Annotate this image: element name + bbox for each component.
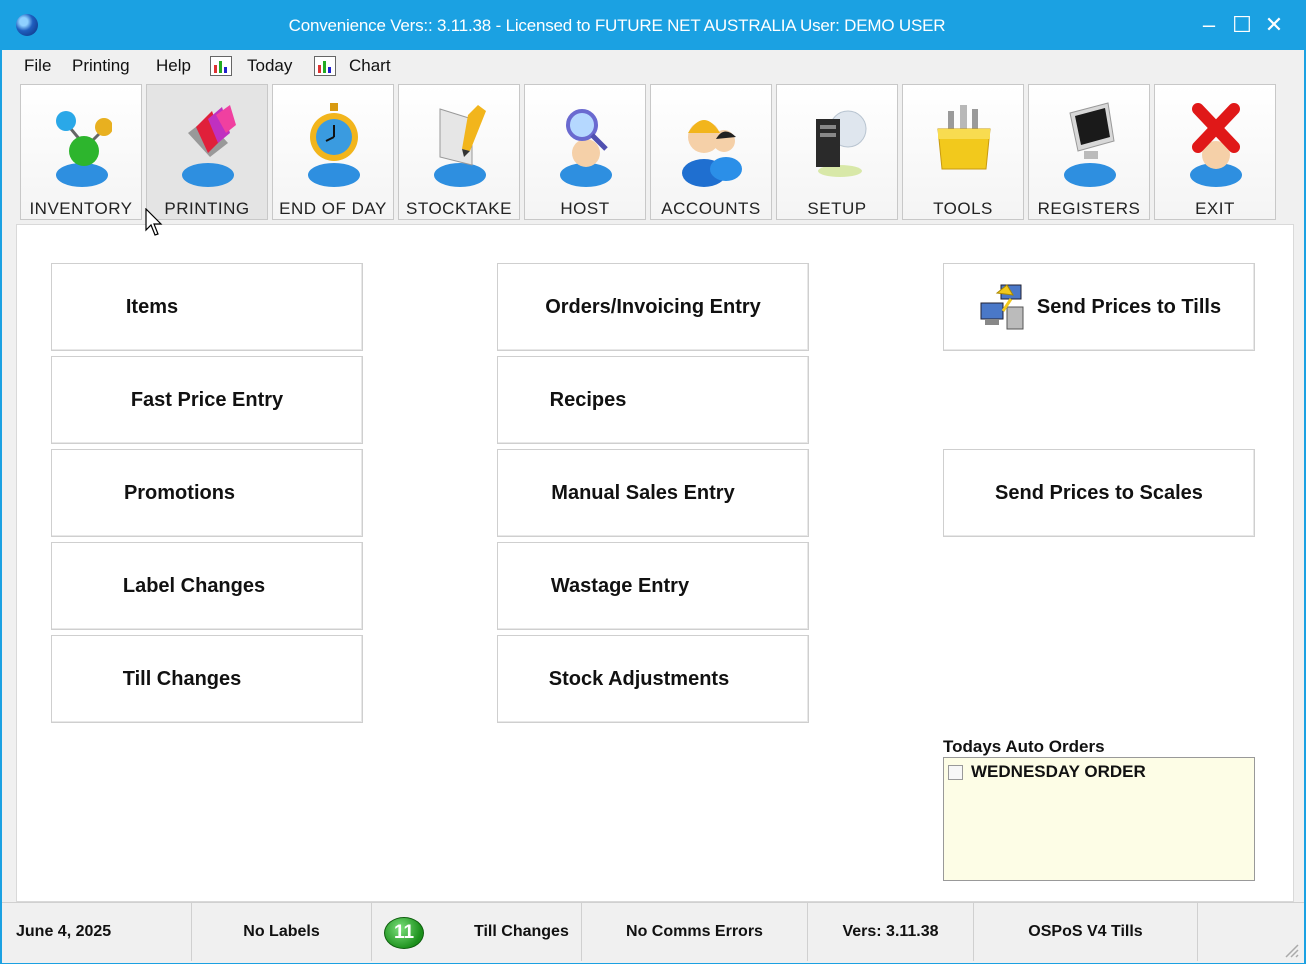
toolbar-host[interactable]: HOST [524, 84, 646, 220]
status-till-changes: Till Changes [372, 903, 582, 961]
toolbar-label: HOST [560, 199, 610, 218]
promotions-label: Promotions [123, 481, 236, 504]
toolbar-label: ACCOUNTS [661, 199, 761, 218]
toolbar-label: STOCKTAKE [406, 199, 512, 218]
auto-order-label: WEDNESDAY ORDER [971, 762, 1146, 781]
send-prices-to-tills-button[interactable]: Send Prices to Tills [943, 263, 1255, 351]
window-title: Convenience Vers:: 3.11.38 - Licensed to… [288, 16, 946, 35]
clock-icon [308, 103, 360, 187]
status-labels: No Labels [192, 903, 372, 961]
items-button[interactable]: Items [51, 263, 363, 351]
minimize-button[interactable]: – [1194, 10, 1224, 40]
manual-sales-entry-button[interactable]: Manual Sales Entry [497, 449, 809, 537]
toolbar-end-of-day[interactable]: END OF DAY [272, 84, 394, 220]
toolbar-stocktake[interactable]: STOCKTAKE [398, 84, 520, 220]
recipes-button[interactable]: Recipes [497, 356, 809, 444]
printing-colors-icon [182, 105, 236, 187]
auto-order-item[interactable]: WEDNESDAY ORDER [948, 762, 1146, 782]
auto-order-checkbox[interactable] [948, 764, 963, 780]
menu-bar: File Printing Help Today Chart [2, 50, 1304, 82]
menu-today[interactable]: Today [247, 56, 292, 76]
toolbar-label: END OF DAY [279, 199, 387, 218]
toolbar-registers[interactable]: REGISTERS [1028, 84, 1150, 220]
toolbar-label: EXIT [1195, 199, 1235, 218]
network-computers-icon [980, 284, 1024, 330]
recipes-label: Recipes [549, 388, 627, 411]
toolbar-label: PRINTING [164, 199, 250, 218]
auto-orders-label: Todays Auto Orders [943, 737, 1105, 756]
chart-menu-icon[interactable] [314, 56, 336, 76]
wastage-entry-button[interactable]: Wastage Entry [497, 542, 809, 630]
fast-price-entry-button[interactable]: Fast Price Entry [51, 356, 363, 444]
status-tills: OSPoS V4 Tills [974, 903, 1198, 961]
toolbar-exit[interactable]: EXIT [1154, 84, 1276, 220]
toolbar-accounts[interactable]: ACCOUNTS [650, 84, 772, 220]
stocktake-pencil-icon [434, 105, 486, 187]
toolbar-tools[interactable]: TOOLS [902, 84, 1024, 220]
status-bar: June 4, 2025 No Labels 11 Till Changes N… [2, 902, 1304, 963]
items-label: Items [125, 295, 179, 318]
stock-adjustments-button[interactable]: Stock Adjustments [497, 635, 809, 723]
toolbar-printing[interactable]: PRINTING [146, 84, 268, 220]
send-prices-to-scales-button[interactable]: Send Prices to Scales [943, 449, 1255, 537]
toolbar-setup[interactable]: SETUP [776, 84, 898, 220]
maximize-button[interactable]: ☐ [1227, 10, 1257, 40]
send-prices-to-tills-label: Send Prices to Tills [1036, 295, 1222, 318]
menu-file[interactable]: File [24, 56, 51, 76]
inventory-molecule-icon [56, 111, 112, 187]
resize-grip-icon[interactable] [1280, 939, 1300, 959]
menu-printing[interactable]: Printing [72, 56, 130, 76]
orders-invoicing-entry-label: Orders/Invoicing Entry [545, 295, 761, 318]
toolbox-icon [937, 105, 991, 170]
wastage-entry-label: Wastage Entry [550, 574, 690, 597]
manual-sales-entry-label: Manual Sales Entry [551, 481, 735, 504]
toolbar-inventory[interactable]: INVENTORY [20, 84, 142, 220]
today-chart-icon[interactable] [210, 56, 232, 76]
status-comms: No Comms Errors [582, 903, 808, 961]
monitor-icon [1064, 102, 1116, 187]
menu-help[interactable]: Help [156, 56, 191, 76]
exit-x-icon [1190, 103, 1242, 187]
send-prices-to-scales-label: Send Prices to Scales [995, 481, 1203, 504]
orders-invoicing-entry-button[interactable]: Orders/Invoicing Entry [497, 263, 809, 351]
label-changes-label: Label Changes [122, 574, 266, 597]
computer-icon [816, 110, 867, 177]
main-toolbar: INVENTORY PRINTING END OF DAY STOCKTAKE … [2, 82, 1304, 222]
users-icon [682, 120, 742, 187]
auto-orders-list[interactable]: WEDNESDAY ORDER [943, 757, 1255, 881]
label-changes-button[interactable]: Label Changes [51, 542, 363, 630]
title-bar[interactable]: Convenience Vers:: 3.11.38 - Licensed to… [2, 2, 1304, 50]
status-date: June 4, 2025 [2, 903, 192, 961]
fast-price-entry-label: Fast Price Entry [130, 388, 284, 411]
toolbar-label: REGISTERS [1037, 199, 1141, 218]
status-version: Vers: 3.11.38 [808, 903, 974, 961]
toolbar-label: INVENTORY [29, 199, 133, 218]
till-changes-label: Till Changes [122, 667, 242, 690]
toolbar-label: TOOLS [933, 199, 993, 218]
close-button[interactable]: ✕ [1259, 10, 1289, 40]
stock-adjustments-label: Stock Adjustments [548, 667, 730, 690]
promotions-button[interactable]: Promotions [51, 449, 363, 537]
mouse-cursor-icon [145, 208, 163, 236]
menu-chart[interactable]: Chart [349, 56, 391, 76]
till-changes-button[interactable]: Till Changes [51, 635, 363, 723]
magnifier-icon [560, 109, 612, 187]
toolbar-label: SETUP [807, 199, 867, 218]
printing-panel: Items Fast Price Entry Promotions Label … [16, 224, 1294, 902]
app-window: Convenience Vers:: 3.11.38 - Licensed to… [0, 0, 1306, 964]
